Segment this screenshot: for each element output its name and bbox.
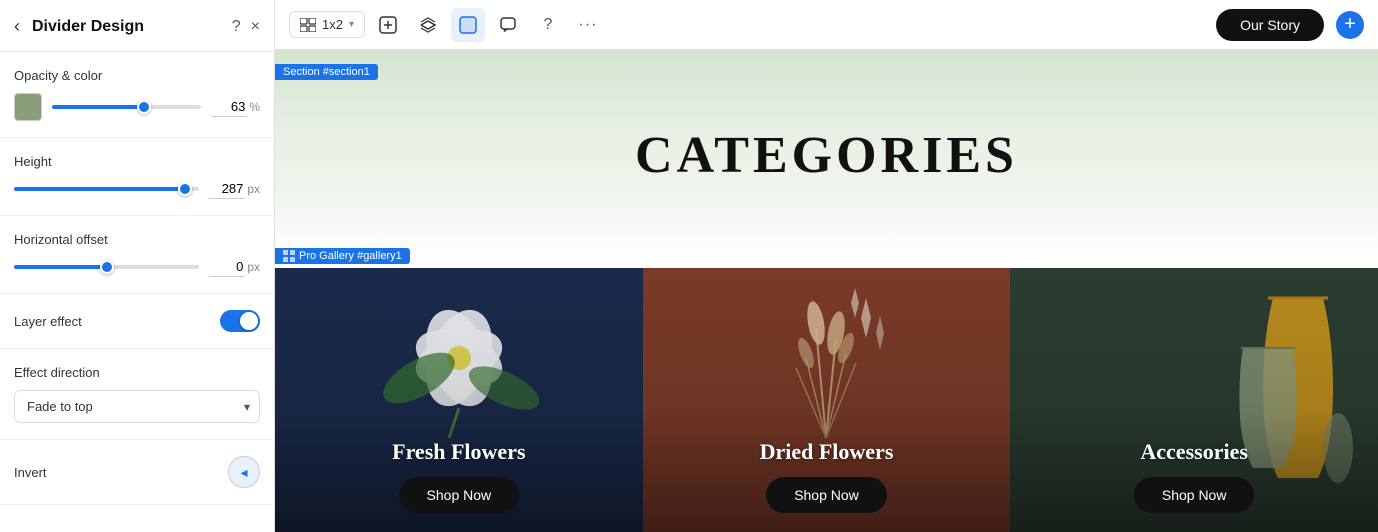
height-unit: px [247,182,260,196]
layers-icon [419,16,437,34]
opacity-color-section: Opacity & color 63 % [0,52,274,138]
categories-section: CATEGORIES [275,50,1378,260]
effect-direction-wrapper: Fade to top Fade to bottom Fade to left … [14,390,260,423]
invert-icon: ◂ [240,464,247,481]
invert-row: Invert ◂ [14,456,260,488]
panel-title: Divider Design [32,18,224,36]
offset-value-group: 0 px [209,257,260,277]
story-button[interactable]: Our Story [1216,9,1324,41]
cursor-icon [459,16,477,34]
toolbar: 1x2 ▾ [275,0,1378,50]
close-icon[interactable]: × [251,18,260,36]
card-title-dried: Dried Flowers [760,439,894,465]
more-icon: ··· [579,16,598,34]
select-button[interactable] [451,8,485,42]
comment-icon [499,16,517,34]
effect-direction-label: Effect direction [14,365,260,380]
more-button[interactable]: ··· [571,8,605,42]
card-title-accessories: Accessories [1140,439,1248,465]
height-slider-container [14,187,199,191]
back-button[interactable]: ‹ [14,16,20,37]
opacity-unit: % [249,100,260,114]
help-button[interactable]: ? [531,8,565,42]
height-slider[interactable] [14,187,199,191]
opacity-color-label: Opacity & color [14,68,260,83]
gallery-icon [283,250,295,262]
layout-chevron-icon: ▾ [349,19,354,30]
opacity-slider-container [52,105,201,109]
offset-slider-container [14,265,199,269]
panel-header: ‹ Divider Design ? × [0,0,274,52]
panel-header-icons: ? × [232,18,260,36]
gallery-label-text: Pro Gallery #gallery1 [299,250,402,262]
offset-value-input[interactable]: 0 [209,257,245,277]
height-section: Height 287 px [0,138,274,216]
help-icon: ? [544,16,553,34]
section-label[interactable]: Section #section1 [275,64,378,80]
layer-effect-row: Layer effect [14,310,260,332]
canvas-add-button[interactable]: + [1336,11,1364,39]
height-label: Height [14,154,260,169]
left-panel: ‹ Divider Design ? × Opacity & color 63 … [0,0,275,532]
canvas-content: Section #section1 CATEGORIES Pro Gallery… [275,50,1378,532]
gallery-grid: Fresh Flowers Shop Now [275,268,1378,532]
comment-button[interactable] [491,8,525,42]
opacity-value-group: 63 % [211,97,260,117]
card-title: Fresh Flowers [392,439,525,465]
add-icon [379,16,397,34]
layer-effect-section: Layer effect [0,294,274,349]
gallery-card-accessories[interactable]: Accessories Shop Now [1010,268,1378,532]
shop-now-button-accessories[interactable]: Shop Now [1134,477,1255,513]
shop-now-button-fresh[interactable]: Shop Now [399,477,520,513]
layer-effect-label: Layer effect [14,314,82,329]
card-content-dried: Dried Flowers Shop Now [643,439,1011,513]
gallery-card-dried-flowers[interactable]: Dried Flowers Shop Now [643,268,1011,532]
plus-icon: + [1344,13,1356,36]
add-button[interactable] [371,8,405,42]
layout-label: 1x2 [322,17,343,32]
layers-button[interactable] [411,8,445,42]
shop-now-button-dried[interactable]: Shop Now [766,477,887,513]
height-row: 287 px [14,179,260,199]
offset-unit: px [247,260,260,274]
toggle-knob [240,312,258,330]
height-value-input[interactable]: 287 [209,179,245,199]
invert-section: Invert ◂ [0,440,274,505]
offset-slider[interactable] [14,265,199,269]
effect-direction-select[interactable]: Fade to top Fade to bottom Fade to left … [14,390,260,423]
gallery-card-fresh-flowers[interactable]: Fresh Flowers Shop Now [275,268,643,532]
effect-direction-section: Effect direction Fade to top Fade to bot… [0,349,274,440]
invert-button[interactable]: ◂ [228,456,260,488]
offset-label: Horizontal offset [14,232,260,247]
offset-section: Horizontal offset 0 px [0,216,274,294]
layout-button[interactable]: 1x2 ▾ [289,11,365,38]
offset-row: 0 px [14,257,260,277]
categories-title: CATEGORIES [635,126,1018,185]
opacity-slider[interactable] [52,105,201,109]
card-content-accessories: Accessories Shop Now [1010,439,1378,513]
color-swatch[interactable] [14,93,42,121]
card-content: Fresh Flowers Shop Now [275,439,643,513]
height-value-group: 287 px [209,179,260,199]
opacity-color-row: 63 % [14,93,260,121]
help-icon[interactable]: ? [232,18,241,36]
canvas-area: 1x2 ▾ [275,0,1378,532]
opacity-value-input[interactable]: 63 [211,97,247,117]
grid-icon [300,18,316,32]
invert-label: Invert [14,465,47,480]
gallery-label[interactable]: Pro Gallery #gallery1 [275,248,410,264]
layer-effect-toggle[interactable] [220,310,260,332]
